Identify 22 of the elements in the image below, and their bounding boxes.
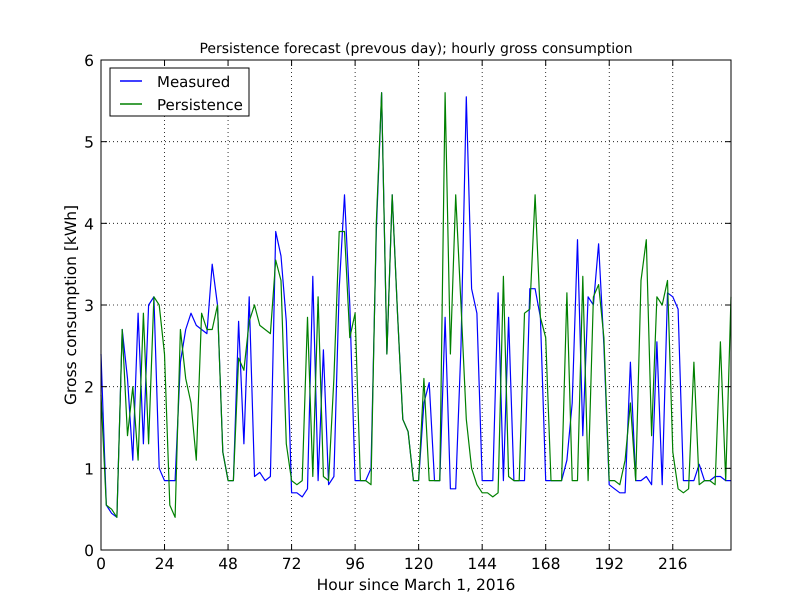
x-axis-label: Hour since March 1, 2016 [316,576,516,594]
tick-label: 3 [84,297,94,315]
tick-label: 72 [282,555,302,573]
tick-label: 0 [84,542,94,560]
tick-label: 1 [84,460,94,478]
tick-label: 2 [84,378,94,397]
chart-title: Persistence forecast (prevous day); hourly gross consumption [199,41,633,57]
tick-label: 96 [345,555,365,573]
tick-label: 144 [467,555,497,573]
legend-label: Persistence [157,96,243,114]
tick-label: 4 [84,215,94,234]
tick-label: 5 [84,134,94,152]
tick-label: 0 [96,555,106,573]
tick-label: 216 [658,555,688,573]
tick-label: 6 [84,52,94,70]
tick-label: 192 [594,555,624,573]
tick-label: 168 [530,555,560,573]
tick-label: 120 [404,555,434,573]
y-axis-label: Gross consumption [kWh] [62,204,80,406]
tick-label: 48 [218,555,238,573]
tick-label: 24 [154,555,174,573]
legend-label: Measured [157,73,230,91]
